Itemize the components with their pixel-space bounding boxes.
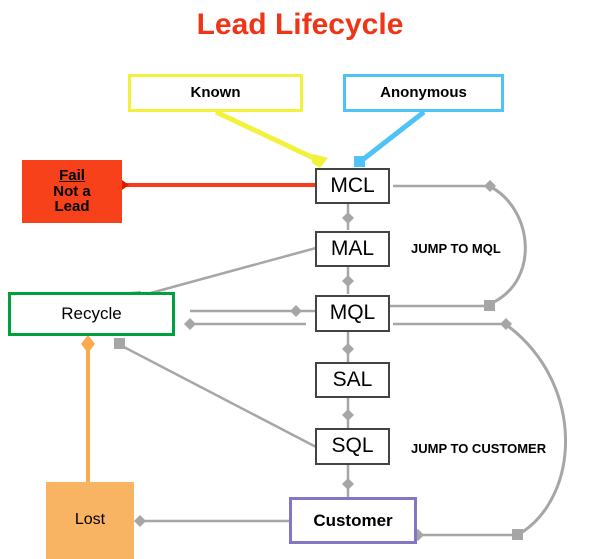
node-recycle-label: Recycle [61,304,122,324]
connector-mql-to-recycle [184,318,306,330]
label-jump-to-customer: JUMP TO CUSTOMER [411,441,547,456]
connector-sql-to-customer [342,465,354,497]
node-recycle[interactable]: Recycle [8,292,175,336]
node-known-label: Known [190,84,241,102]
connector-customer-to-lost [134,515,290,527]
node-mal[interactable]: MAL [315,231,390,267]
connector-anonymous-to-mcl [354,110,426,167]
connector-known-to-mcl [214,109,328,168]
node-mcl-label: MCL [330,173,375,197]
connector-sql-to-recycle [114,338,319,450]
node-anonymous[interactable]: Anonymous [343,74,504,112]
node-fail-not-a-lead[interactable]: Fail Not a Lead [22,160,122,223]
connector-sal-to-sql [342,398,354,428]
node-sql[interactable]: SQL [315,428,390,465]
lead-lifecycle-diagram: Lead Lifecycle Known Anonymous Fail Not … [0,0,600,559]
node-anonymous-label: Anonymous [380,84,467,102]
connector-mal-to-mql [342,267,354,294]
node-sal-label: SAL [332,367,373,391]
connector-jump-to-customer [393,318,568,541]
diagram-title: Lead Lifecycle [196,8,404,41]
label-jump-to-mql: JUMP TO MQL [411,241,501,256]
node-sql-label: SQL [331,434,374,458]
node-mql-label: MQL [329,301,376,325]
connector-recycle-to-mql [190,305,316,317]
node-customer[interactable]: Customer [289,497,417,544]
node-lost-label: Lost [74,511,106,529]
node-mql[interactable]: MQL [315,295,390,332]
node-fail-label-line3: Lead [54,198,90,216]
connector-mcl-to-mal [342,204,354,230]
connector-mcl-to-fail [115,180,316,190]
node-known[interactable]: Known [128,74,303,112]
node-fail-label-line1: Fail [59,166,85,184]
node-mal-label: MAL [330,236,375,260]
connector-mql-to-sal [342,332,354,362]
node-customer-label: Customer [313,510,393,530]
node-fail-label-line2: Not a [53,182,91,200]
connector-recycle-to-lost [81,335,95,482]
node-lost[interactable]: Lost [46,482,134,559]
node-sal[interactable]: SAL [315,362,390,398]
node-mcl[interactable]: MCL [315,168,390,204]
